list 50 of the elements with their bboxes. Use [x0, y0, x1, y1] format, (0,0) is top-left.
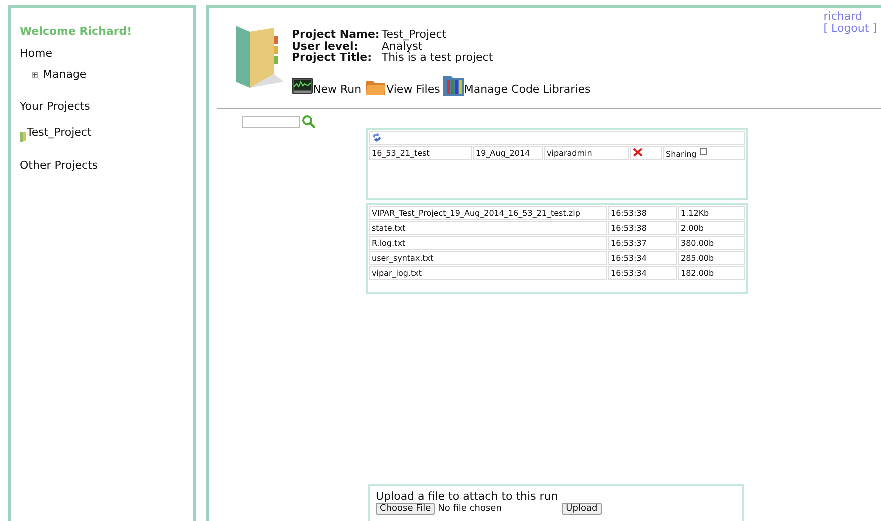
file-size-cell: 380.00b [678, 236, 745, 250]
field-label: Project Title: [292, 52, 374, 64]
file-size-cell: 182.00b [678, 266, 745, 280]
file-name-cell: vipar_log.txt [369, 266, 607, 280]
run-name-cell: 16_53_21_test [369, 146, 472, 160]
field-value: This is a test project [382, 52, 494, 64]
sharing-checkbox[interactable] [700, 148, 707, 154]
upload-prompt: Upload a file to attach to this run [376, 490, 560, 502]
file-time-cell: 16:53:38 [608, 206, 677, 220]
run-date-cell: 19_Aug_2014 [473, 146, 543, 160]
welcome-text: Welcome Richard! [20, 24, 132, 40]
file-size-cell: 1.12Kb [678, 206, 745, 220]
manage-link[interactable]: Manage [43, 67, 87, 84]
field-label: User level: [292, 40, 360, 52]
books-icon [443, 74, 464, 96]
upload-button[interactable]: Upload [562, 503, 602, 516]
file-name-cell: R.log.txt [369, 236, 607, 250]
field-label: Project Name: [292, 29, 381, 40]
file-time-cell: 16:53:34 [608, 266, 677, 280]
toolbar-link[interactable]: View Files [364, 78, 440, 96]
folder-icon [234, 24, 286, 88]
expand-icon[interactable] [32, 72, 38, 78]
section-heading: Other Projects [20, 158, 98, 174]
home-link[interactable]: Home [20, 46, 52, 62]
monitor-icon [292, 78, 313, 96]
choose-file-button[interactable]: Choose File [376, 503, 436, 516]
file-name-cell: user_syntax.txt [369, 250, 607, 264]
file-name-cell: state.txt [369, 220, 607, 234]
project-link[interactable]: Test_Project [27, 125, 92, 142]
field-value: Test_Project [382, 29, 448, 40]
sharing-label: Sharing [666, 150, 697, 158]
search-field[interactable] [242, 116, 300, 128]
refresh-icon[interactable] [372, 133, 382, 142]
file-time-cell: 16:53:37 [608, 236, 677, 250]
toolbar-link[interactable]: New Run [292, 78, 362, 96]
delete-icon[interactable] [633, 148, 643, 157]
file-size-cell: 2.00b [678, 220, 745, 234]
file-status: No file chosen [438, 502, 503, 516]
field-value: Analyst [382, 40, 423, 52]
file-time-cell: 16:53:34 [608, 250, 677, 264]
search-icon[interactable] [302, 114, 316, 128]
file-name-cell: VIPAR_Test_Project_19_Aug_2014_16_53_21_test.zip [369, 206, 607, 220]
file-size-cell: 285.00b [678, 250, 745, 264]
username-link[interactable]: richard [824, 11, 862, 23]
logout-link[interactable]: [ Logout ] [824, 23, 877, 35]
file-time-cell: 16:53:38 [608, 220, 677, 234]
folder-icon [20, 132, 26, 142]
section-heading: Your Projects [20, 98, 90, 114]
toolbar-link[interactable]: Manage Code Libraries [443, 74, 591, 96]
run-owner-cell: viparadmin [544, 146, 629, 160]
